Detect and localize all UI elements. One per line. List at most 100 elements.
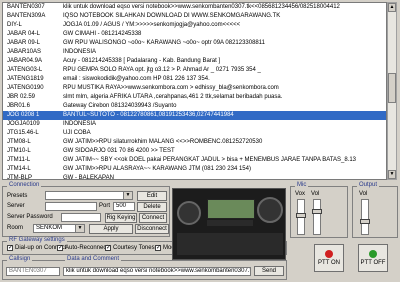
chevron-down-icon: ▼: [123, 192, 132, 199]
message-row[interactable]: BANTEN0307 klik untuk download eqso versi…: [3, 3, 386, 12]
edit-button[interactable]: Edit: [137, 191, 167, 201]
port-field[interactable]: 500: [113, 202, 135, 211]
message-row[interactable]: JOG 0208 1 BANTUL~SUTOTO - 08122780861,08…: [3, 111, 386, 120]
message-row[interactable]: BANTEN309A IQSO NOTEBOOK SILAHKAN DOWNLOA…: [3, 12, 386, 21]
room-label: Room: [7, 225, 24, 231]
message-callsign: BANTEN0307: [7, 4, 45, 10]
room-dropdown[interactable]: SENKOM ▼: [33, 224, 85, 233]
callsign-title: Callsign: [7, 256, 33, 262]
rf-option-checkbox[interactable]: ✓ Courtesy Tones: [105, 245, 155, 251]
ptt-off-button[interactable]: PTT OFF: [358, 244, 388, 272]
mic-vox-thumb[interactable]: [296, 213, 306, 218]
message-text: GW JATIM>>RPU ALASRAYA~~ KARAWANG JTM (0…: [63, 166, 251, 172]
message-row[interactable]: JATENG03-L RPU GEMPA SOLO RAYA opt. jtg o…: [3, 66, 386, 75]
message-text: UJI COBA: [63, 130, 91, 136]
message-text: Acuy - 081214245338 [ Padalarang - Kab. …: [63, 58, 221, 64]
message-row[interactable]: JBR 02.59 slmt mlm, algeria AFRIKA UTARA …: [3, 93, 386, 102]
message-text: GW JATIM>>RPU silaturrokhim MALANG <<>>R…: [63, 139, 263, 145]
checkmark-icon: ✓: [155, 245, 162, 251]
server-field[interactable]: [45, 202, 97, 211]
disconnect-button[interactable]: Disconnect: [135, 224, 169, 234]
message-list-scrollbar[interactable]: ▲ ▼: [387, 2, 397, 180]
message-callsign: JTM11-L: [7, 157, 31, 163]
message-row[interactable]: JTM10-L GW SIDOARJO 031 70 86 4200 >> TES…: [3, 147, 386, 156]
message-text: GW RPU WALISONGO ~o0o~ KARAWANG ~o0o~ op…: [63, 40, 265, 46]
ptt-off-indicator-icon: [369, 250, 377, 258]
message-callsign: JTM08-L: [7, 139, 31, 145]
radio-meter: [207, 220, 253, 226]
ptt-on-button[interactable]: PTT ON: [314, 244, 344, 272]
output-group: Output Vol: [352, 182, 398, 238]
mic-group: Mic Vox Vol: [290, 182, 348, 238]
connect-button[interactable]: Connect: [139, 213, 167, 223]
message-row[interactable]: JABAR 04-L GW CIMAHI - 081214245338: [3, 30, 386, 39]
message-callsign: JTM14-L: [7, 166, 31, 172]
message-row[interactable]: JBR01.6 Gateway Cirebon 081324039943 /Suy…: [3, 102, 386, 111]
message-row[interactable]: JABAR10AS INDONESIA: [3, 48, 386, 57]
message-text: GW CIMAHI - 081214245338: [63, 31, 142, 37]
message-row[interactable]: JABAR04.9A Acuy - 081214245338 [ Padalara…: [3, 57, 386, 66]
scroll-thumb[interactable]: [388, 73, 396, 103]
message-text: RPU GEMPA SOLO RAYA opt. jtg o3.12 > P. …: [63, 67, 261, 73]
connection-group: Connection Presets ▼ Edit Server Port 50…: [2, 182, 170, 237]
message-text: RPU MUSTIKA RAYA>>www.senkombora.com > e…: [63, 85, 279, 91]
ptt-on-indicator-icon: [325, 250, 333, 258]
message-row[interactable]: JOGJA0109 INDONESIA: [3, 120, 386, 129]
scroll-up-icon[interactable]: ▲: [388, 3, 396, 12]
radio-display: [207, 199, 255, 219]
rf-option-label: Auto-Reconnect: [65, 245, 109, 251]
message-row[interactable]: JABAR 09-L GW RPU WALISONGO ~o0o~ KARAWAN…: [3, 39, 386, 48]
presets-label: Presets: [7, 193, 28, 199]
data-comment-title: Data and Comment: [65, 256, 122, 262]
scroll-down-icon[interactable]: ▼: [388, 170, 396, 179]
rf-option-checkbox[interactable]: ✓ Auto-Reconnect: [57, 245, 108, 251]
message-list[interactable]: BANTEN0307 klik untuk download eqso versi…: [2, 2, 387, 180]
presets-dropdown[interactable]: ▼: [45, 191, 133, 200]
send-button[interactable]: Send: [254, 266, 284, 276]
mic-vol-label: Vol: [311, 191, 320, 197]
message-callsign: JTM-BLP: [7, 175, 33, 180]
message-callsign: JOGJA0109: [7, 121, 40, 127]
message-row[interactable]: JTG15.46-L UJI COBA: [3, 129, 386, 138]
comment-field[interactable]: klik untuk download eqso versi notebook>…: [63, 267, 251, 276]
message-text: email : siswokodidik@yahoo.com HP 081 22…: [63, 76, 210, 82]
message-row[interactable]: JTM14-L GW JATIM>>RPU ALASRAYA~~ KARAWANG…: [3, 165, 386, 174]
message-callsign: JABAR04.9A: [7, 58, 43, 64]
chevron-down-icon: ▼: [75, 225, 84, 232]
rf-gateway-title: RF Gateway settings: [7, 237, 67, 243]
apply-button[interactable]: Apply: [89, 224, 133, 234]
mic-vol-thumb[interactable]: [312, 209, 322, 214]
radio-transceiver-image: [172, 188, 286, 260]
tuning-dial-icon: [257, 197, 283, 223]
message-callsign: BANTEN309A: [7, 13, 46, 19]
message-row[interactable]: JTM11-L GW JATIM~~ SBY <<ok DOEL pakai PE…: [3, 156, 386, 165]
message-row[interactable]: DIY-L JOGJA 01.09 / AGUS / YM:>>>>>senkom…: [3, 21, 386, 30]
message-text: slmt mlm, algeria AFRIKA UTARA ,cerahpan…: [63, 94, 283, 100]
message-text: INDONESIA: [63, 121, 97, 127]
output-vol-label: Vol: [359, 191, 368, 197]
checkmark-icon: ✓: [57, 245, 64, 251]
message-row[interactable]: JTM-BLP GW - BALEKAPAN: [3, 174, 386, 180]
room-value: SENKOM: [36, 225, 63, 231]
output-vol-slider[interactable]: [360, 199, 370, 235]
message-row[interactable]: JTM08-L GW JATIM>>RPU silaturrokhim MALAN…: [3, 138, 386, 147]
mic-vol-slider[interactable]: [312, 199, 322, 235]
message-callsign: JATENG03-L: [7, 67, 43, 73]
output-vol-thumb[interactable]: [360, 219, 370, 224]
server-password-field[interactable]: [61, 213, 101, 222]
message-callsign: JOG 0208 1: [7, 112, 40, 118]
message-callsign: JATENG0190: [7, 85, 44, 91]
message-row[interactable]: JATENG1819 email : siswokodidik@yahoo.com…: [3, 75, 386, 84]
mic-vox-slider[interactable]: [296, 199, 306, 235]
radio-button-panel: [177, 233, 283, 255]
callsign-field[interactable]: BANTEN0307: [6, 267, 60, 276]
callsign-group: Callsign Data and Comment BANTEN0307 kli…: [2, 256, 287, 280]
checkmark-icon: ✓: [105, 245, 112, 251]
message-callsign: JTG15.46-L: [7, 130, 39, 136]
port-label: Port: [99, 203, 111, 209]
message-row[interactable]: JATENG0190 RPU MUSTIKA RAYA>>www.senkombo…: [3, 84, 386, 93]
rig-keying-button[interactable]: Rig Keying: [105, 213, 137, 223]
delete-button[interactable]: Delete: [137, 202, 167, 212]
message-callsign: JBR 02.59: [7, 94, 36, 100]
message-text: Gateway Cirebon 081324039943 /Suyanto: [63, 103, 177, 109]
